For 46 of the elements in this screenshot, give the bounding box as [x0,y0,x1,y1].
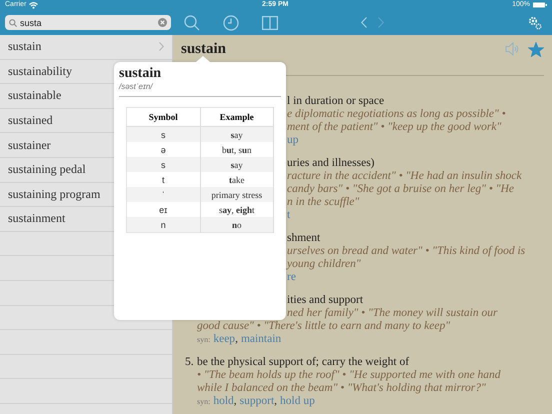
speaker-icon[interactable] [505,42,519,56]
example-sentence: candy bars" • "She got a bruise on her leg" • "He [287,183,514,196]
popover-word: sustain [119,66,162,82]
definition-text: ities and support [287,294,364,307]
table-cell: primary stress [200,187,274,202]
sense-number: 5. [185,356,195,369]
table-cell: say [200,126,274,142]
example-sentence: ned her family" • "The money will sustain our [287,307,498,320]
example-sentence: ment of the patient" • "keep up the good work" [287,121,502,134]
example-sentence: good cause" • "There's little to earn and many to keep" [197,320,450,333]
search-icon[interactable] [184,14,200,30]
word-list-item[interactable]: sustain [0,35,172,60]
battery-icon [532,2,547,8]
definition-text: be the physical support of; carry the weight of [197,356,410,369]
synonym-label: syn: [197,334,210,346]
table-cell: ˈ [126,187,200,202]
settings-icon[interactable] [528,16,542,30]
star-icon[interactable] [528,42,544,56]
example-sentence: while I balanced on the beam" • "What's holding that mirror?" [197,382,486,395]
wifi-icon [29,2,38,8]
table-cell: s [126,126,200,142]
synonym-label: syn: [197,396,210,408]
example-sentence: • "The beam holds up the roof" • "He supported me with one hand [197,369,501,382]
search-field[interactable]: susta [5,15,171,30]
example-sentence: e diplomatic negotiations as long as possible" • [287,108,506,121]
example-sentence: young children" [287,258,361,271]
clear-icon[interactable] [158,18,167,27]
comma: , [274,395,278,408]
table-cell: n [126,217,200,232]
table-cell: no [200,217,274,232]
table-cell: s [126,157,200,172]
definition-text: uries and illnesses) [287,157,375,170]
comma: , [234,395,237,408]
comma: , [235,333,238,346]
book-icon[interactable] [262,16,278,30]
example-sentence: n in the scuffle" [287,196,360,209]
definition-text: shment [287,232,320,245]
headword: sustain [181,40,226,58]
table-cell: say [200,157,274,172]
search-text: susta [20,18,42,28]
search-icon [9,18,17,26]
example-sentence: urselves on bread and water" • "This kind of food is [287,245,526,258]
definition-text: l in duration or space [287,95,384,108]
clock-icon[interactable] [223,14,239,30]
example-sentence: racture in the accident" • "He had an insulin shock [287,170,522,183]
pronunciation-text: /səstˈeɪn/ [119,82,154,91]
